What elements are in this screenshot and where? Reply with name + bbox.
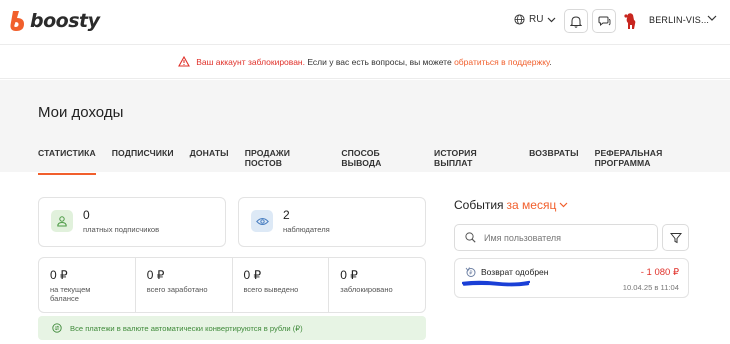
subscribers-label: платных подписчиков	[83, 225, 160, 234]
balance-value: 0 ₽	[243, 268, 262, 282]
event-title: Возврат одобрен	[481, 267, 549, 277]
tab-payout-method[interactable]: СПОСОБ ВЫВОДА	[341, 148, 418, 175]
balance-earned: 0 ₽ всего заработано	[136, 258, 233, 312]
alert-end: .	[549, 56, 552, 67]
note-text: Все платежи в валюте автоматически конве…	[70, 323, 303, 333]
balance-value: 0 ₽	[146, 268, 165, 282]
alert-text: Если у вас есть вопросы, вы можете	[307, 56, 452, 67]
notifications-button[interactable]	[564, 9, 588, 33]
currency-exchange-icon	[52, 323, 62, 333]
tab-referral-program[interactable]: РЕФЕРАЛЬНАЯ ПРОГРАММА	[595, 148, 714, 175]
events-period-selector[interactable]: за месяц	[507, 198, 557, 212]
filter-button[interactable]	[662, 224, 689, 251]
chat-icon	[598, 16, 610, 27]
bell-icon	[570, 15, 582, 28]
events-title: События	[454, 198, 504, 212]
watchers-label: наблюдателя	[283, 225, 330, 234]
user-search	[454, 224, 658, 251]
balance-withdrawn: 0 ₽ всего выведено	[233, 258, 330, 312]
paid-subscribers-card: 0 платных подписчиков	[38, 197, 226, 247]
tab-post-sales[interactable]: ПРОДАЖИ ПОСТОВ	[245, 148, 326, 175]
event-amount: - 1 080 ₽	[640, 267, 679, 278]
tab-statistics[interactable]: СТАТИСТИКА	[38, 148, 96, 175]
balance-label: заблокировано	[340, 285, 393, 294]
messages-button[interactable]	[592, 9, 616, 33]
alert-blocked-text: Ваш аккаунт заблокирован.	[196, 56, 305, 67]
currency-conversion-note: Все платежи в валюте автоматически конве…	[38, 316, 426, 340]
balance-label: всего заработано	[146, 285, 208, 294]
subscribers-count: 0	[83, 208, 90, 222]
top-header: boosty RU BERLIN-VIS...	[0, 0, 730, 44]
income-tabs: СТАТИСТИКА ПОДПИСЧИКИ ДОНАТЫ ПРОДАЖИ ПОС…	[38, 148, 730, 175]
refund-icon: ₽	[465, 267, 476, 277]
person-icon	[51, 210, 73, 232]
search-input[interactable]	[484, 232, 644, 243]
logo-text: boosty	[30, 10, 100, 32]
search-icon	[465, 232, 476, 243]
events-heading: События за месяц	[454, 198, 568, 212]
tab-refunds[interactable]: ВОЗВРАТЫ	[529, 148, 578, 175]
tab-subscribers[interactable]: ПОДПИСЧИКИ	[112, 148, 174, 175]
globe-icon	[514, 14, 525, 25]
boosty-logo-icon	[10, 11, 24, 31]
filter-icon	[669, 232, 682, 243]
eye-icon	[251, 210, 273, 232]
balance-label: всего выведено	[243, 285, 299, 294]
redaction-scribble	[462, 280, 530, 287]
page-title: Мои доходы	[38, 104, 124, 121]
avatar[interactable]	[623, 12, 639, 30]
user-menu-chevron-icon[interactable]	[707, 15, 717, 22]
support-link[interactable]: обратиться в поддержку	[454, 57, 549, 67]
chevron-down-icon	[548, 17, 556, 22]
account-blocked-alert: Ваш аккаунт заблокирован. Если у вас ест…	[0, 44, 730, 79]
balance-value: 0 ₽	[340, 268, 358, 282]
watchers-count: 2	[283, 208, 290, 222]
event-date: 10.04.25 в 11:04	[622, 283, 679, 292]
tab-payout-history[interactable]: ИСТОРИЯ ВЫПЛАТ	[434, 148, 513, 175]
balances-panel: 0 ₽ на текущем балансе 0 ₽ всего заработ…	[38, 257, 426, 313]
warning-icon	[178, 56, 191, 67]
balance-current: 0 ₽ на текущем балансе	[39, 258, 136, 312]
boosty-logo[interactable]: boosty	[9, 10, 100, 32]
event-item[interactable]: ₽ Возврат одобрен - 1 080 ₽ 10.04.25 в 1…	[454, 258, 689, 298]
language-label: RU	[529, 14, 544, 25]
user-name[interactable]: BERLIN-VIS...	[649, 15, 709, 25]
balance-label: на текущем балансе	[50, 285, 91, 303]
chevron-down-icon[interactable]	[559, 202, 568, 208]
balance-value: 0 ₽	[50, 268, 68, 282]
language-selector[interactable]: RU	[514, 14, 556, 25]
balance-blocked: 0 ₽ заблокировано	[329, 258, 425, 312]
tab-donations[interactable]: ДОНАТЫ	[190, 148, 229, 175]
watchers-card: 2 наблюдателя	[238, 197, 426, 247]
